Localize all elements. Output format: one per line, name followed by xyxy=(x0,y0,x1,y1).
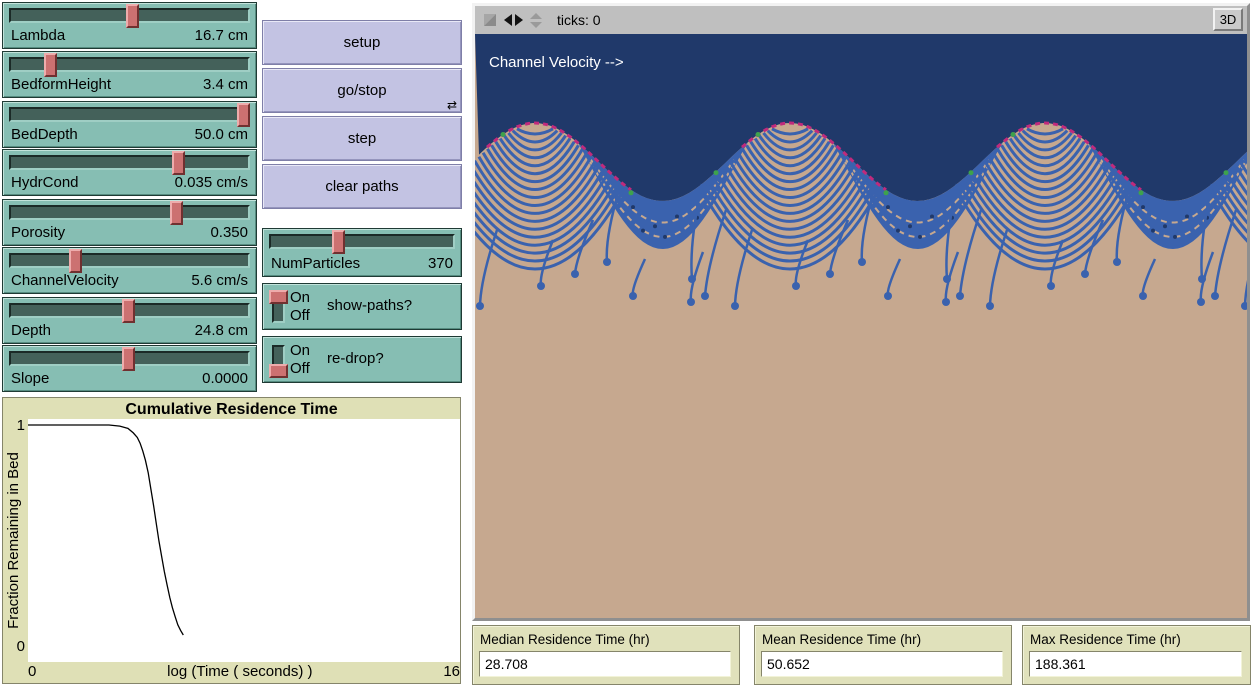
plot-y-axis-label: Fraction Remaining in Bed xyxy=(5,419,22,662)
view-resize-icon[interactable] xyxy=(483,13,497,27)
button-label: step xyxy=(348,130,376,147)
slider-NumParticles[interactable]: NumParticles 370 xyxy=(262,228,462,277)
monitor-value: 188.361 xyxy=(1029,651,1242,677)
slider-track[interactable] xyxy=(9,107,250,122)
plot-title: Cumulative Residence Time xyxy=(3,401,460,419)
slider-HydrCond[interactable]: HydrCond 0.035 cm/s xyxy=(2,149,257,196)
slider-value: 16.7 cm xyxy=(195,27,248,44)
slider-name: BedDepth xyxy=(11,126,78,143)
view-toolbar: ticks: 0 3D xyxy=(475,6,1247,34)
plot-curve-svg xyxy=(28,419,460,662)
slider-label-row: Lambda 16.7 cm xyxy=(11,27,248,44)
world-canvas: Channel Velocity --> xyxy=(475,34,1247,618)
slider-Depth[interactable]: Depth 24.8 cm xyxy=(2,297,257,344)
view-size-arrows-icon[interactable] xyxy=(529,13,543,29)
slider-name: NumParticles xyxy=(271,255,360,272)
slider-label-row: HydrCond 0.035 cm/s xyxy=(11,174,248,191)
slider-handle[interactable] xyxy=(237,103,250,127)
button-clear-paths[interactable]: clear paths xyxy=(262,164,462,209)
slider-value: 5.6 cm/s xyxy=(191,272,248,289)
slider-track[interactable] xyxy=(9,205,250,220)
monitor-0: Median Residence Time (hr) 28.708 xyxy=(472,625,740,685)
plot-x-axis-label: log (Time ( seconds) ) xyxy=(167,663,312,680)
slider-value: 0.350 xyxy=(210,224,248,241)
cumulative-residence-time-plot: Cumulative Residence Time 1 0 Fraction R… xyxy=(2,397,461,684)
switch-label: re-drop? xyxy=(327,350,384,367)
button-label: go/stop xyxy=(337,82,386,99)
switch-off-label: Off xyxy=(290,359,310,378)
slider-Porosity[interactable]: Porosity 0.350 xyxy=(2,199,257,246)
slider-Lambda[interactable]: Lambda 16.7 cm xyxy=(2,2,257,49)
switch-re-drop-[interactable]: OnOff re-drop? xyxy=(262,336,462,383)
monitor-label: Mean Residence Time (hr) xyxy=(762,632,921,647)
slider-Slope[interactable]: Slope 0.0000 xyxy=(2,345,257,392)
monitor-value: 28.708 xyxy=(479,651,731,677)
slider-BedDepth[interactable]: BedDepth 50.0 cm xyxy=(2,101,257,148)
slider-BedformHeight[interactable]: BedformHeight 3.4 cm xyxy=(2,51,257,98)
switch-show-paths-[interactable]: OnOff show-paths? xyxy=(262,283,462,330)
slider-label-row: BedformHeight 3.4 cm xyxy=(11,76,248,93)
view-speed-arrows-icon[interactable] xyxy=(503,13,525,27)
view-3d-button[interactable]: 3D xyxy=(1213,8,1243,31)
plot-x-axis-row: 0 log (Time ( seconds) ) 16 xyxy=(28,663,460,680)
slider-value: 3.4 cm xyxy=(203,76,248,93)
netlogo-model-interface: Lambda 16.7 cm BedformHeight 3.4 cm BedDepth… xyxy=(0,0,1253,688)
switch-on-label: On xyxy=(290,288,310,307)
slider-handle[interactable] xyxy=(44,53,57,77)
channel-velocity-label: Channel Velocity --> xyxy=(489,54,624,71)
slider-handle[interactable] xyxy=(122,299,135,323)
button-go-stop[interactable]: go/stop ⇄ xyxy=(262,68,462,113)
plot-canvas xyxy=(28,419,460,662)
monitor-label: Max Residence Time (hr) xyxy=(1030,632,1181,647)
button-step[interactable]: step xyxy=(262,116,462,161)
slider-label-row: BedDepth 50.0 cm xyxy=(11,126,248,143)
slider-value: 50.0 cm xyxy=(195,126,248,143)
slider-name: BedformHeight xyxy=(11,76,111,93)
switch-on-label: On xyxy=(290,341,310,360)
slider-value: 0.0000 xyxy=(202,370,248,387)
plot-xtick-right: 16 xyxy=(443,663,460,680)
slider-name: Porosity xyxy=(11,224,65,241)
monitor-value: 50.652 xyxy=(761,651,1003,677)
slider-label-row: Porosity 0.350 xyxy=(11,224,248,241)
button-label: clear paths xyxy=(325,178,398,195)
slider-name: ChannelVelocity xyxy=(11,272,119,289)
world-svg xyxy=(475,34,1247,618)
slider-handle[interactable] xyxy=(122,347,135,371)
ticks-counter: ticks: 0 xyxy=(557,12,601,28)
forever-icon: ⇄ xyxy=(447,99,457,111)
slider-name: Slope xyxy=(11,370,49,387)
slider-value: 370 xyxy=(428,255,453,272)
slider-value: 24.8 cm xyxy=(195,322,248,339)
slider-handle[interactable] xyxy=(126,4,139,28)
slider-track[interactable] xyxy=(9,253,250,268)
slider-label-row: Slope 0.0000 xyxy=(11,370,248,387)
switch-knob[interactable] xyxy=(269,364,288,378)
slider-handle[interactable] xyxy=(170,201,183,225)
slider-track[interactable] xyxy=(9,155,250,170)
slider-handle[interactable] xyxy=(69,249,82,273)
slider-value: 0.035 cm/s xyxy=(175,174,248,191)
monitor-2: Max Residence Time (hr) 188.361 xyxy=(1022,625,1251,685)
slider-label-row: Depth 24.8 cm xyxy=(11,322,248,339)
switch-knob[interactable] xyxy=(269,290,288,304)
button-label: setup xyxy=(344,34,381,51)
slider-label-row: NumParticles 370 xyxy=(271,255,453,272)
plot-xtick-left: 0 xyxy=(28,663,36,680)
world-view-widget: ticks: 0 3D Channel Velocity --> xyxy=(472,3,1250,621)
slider-track[interactable] xyxy=(269,234,455,249)
slider-name: Lambda xyxy=(11,27,65,44)
switch-label: show-paths? xyxy=(327,297,412,314)
monitor-1: Mean Residence Time (hr) 50.652 xyxy=(754,625,1012,685)
switch-off-label: Off xyxy=(290,306,310,325)
slider-name: HydrCond xyxy=(11,174,79,191)
slider-handle[interactable] xyxy=(332,230,345,254)
slider-name: Depth xyxy=(11,322,51,339)
slider-ChannelVelocity[interactable]: ChannelVelocity 5.6 cm/s xyxy=(2,247,257,294)
button-setup[interactable]: setup xyxy=(262,20,462,65)
monitor-label: Median Residence Time (hr) xyxy=(480,632,650,647)
slider-label-row: ChannelVelocity 5.6 cm/s xyxy=(11,272,248,289)
slider-handle[interactable] xyxy=(172,151,185,175)
